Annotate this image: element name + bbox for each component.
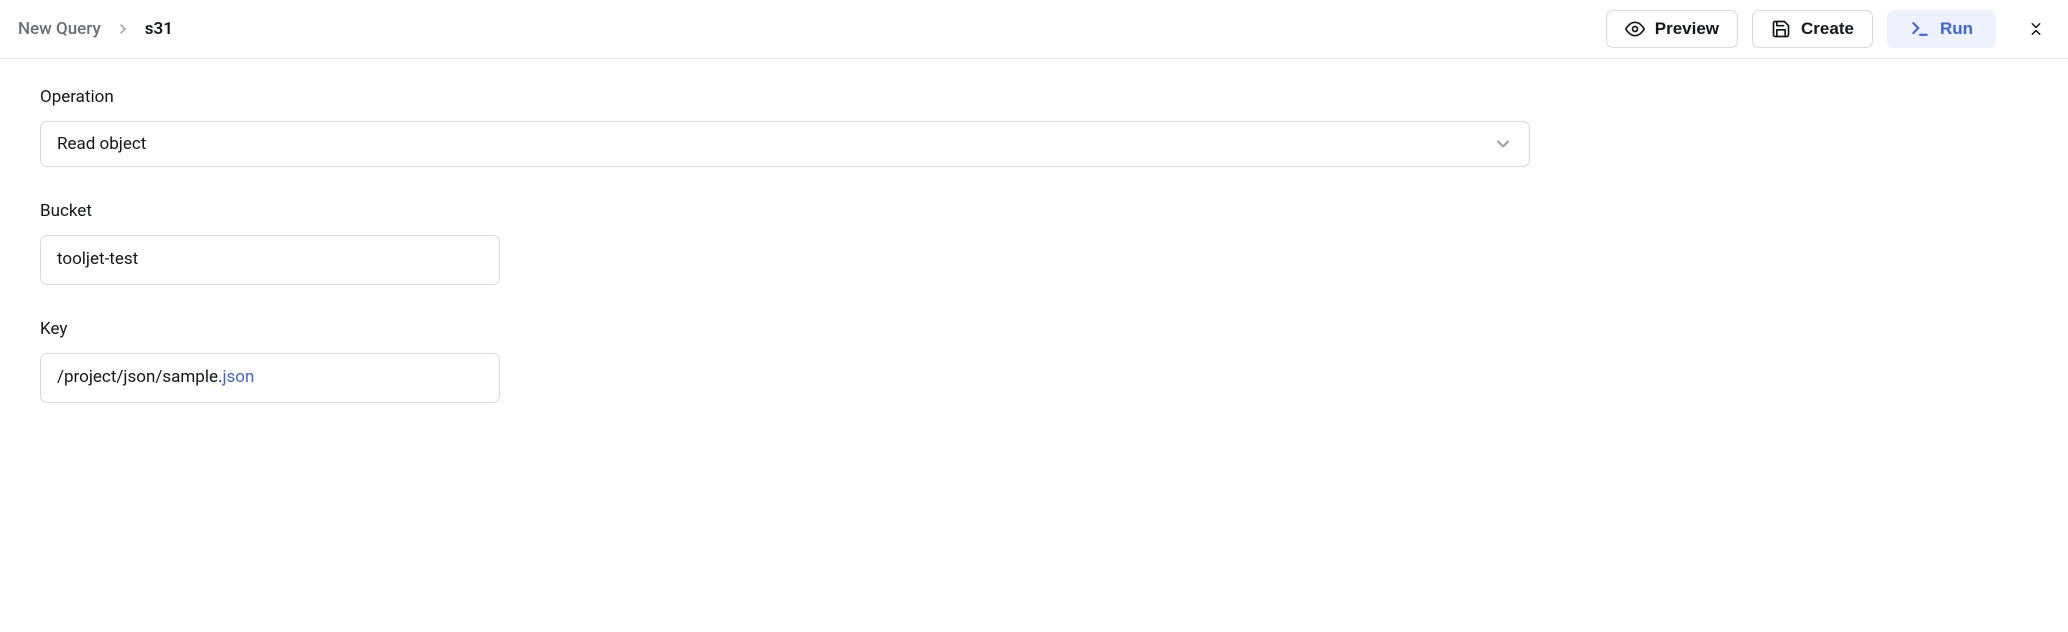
create-button[interactable]: Create <box>1752 10 1873 48</box>
terminal-icon <box>1910 19 1930 39</box>
key-input[interactable]: /project/json/sample.json <box>40 353 500 403</box>
collapse-icon[interactable] <box>2022 15 2050 43</box>
eye-icon <box>1625 19 1645 39</box>
breadcrumb-query-name[interactable]: s31 <box>145 19 173 39</box>
query-form: Operation Read object Bucket Key /projec… <box>0 59 2068 465</box>
chevron-right-icon <box>115 21 131 37</box>
operation-value: Read object <box>57 134 146 154</box>
operation-field: Operation Read object <box>40 87 2028 167</box>
bucket-field: Bucket <box>40 201 2028 285</box>
breadcrumb: New Query s31 <box>18 19 173 39</box>
save-icon <box>1771 19 1791 39</box>
operation-select-wrap: Read object <box>40 121 1530 167</box>
preview-label: Preview <box>1655 19 1719 39</box>
query-header: New Query s31 Preview Create Run <box>0 0 2068 59</box>
breadcrumb-root[interactable]: New Query <box>18 19 101 39</box>
preview-button[interactable]: Preview <box>1606 10 1738 48</box>
run-label: Run <box>1940 19 1973 39</box>
key-label: Key <box>40 319 2028 339</box>
bucket-label: Bucket <box>40 201 2028 221</box>
key-field: Key /project/json/sample.json <box>40 319 2028 403</box>
run-button[interactable]: Run <box>1887 10 1996 48</box>
header-actions: Preview Create Run <box>1606 10 2050 48</box>
key-prefix: /project/json/sample. <box>57 367 222 387</box>
bucket-input[interactable] <box>40 235 500 285</box>
operation-select[interactable]: Read object <box>40 121 1530 167</box>
chevron-down-icon <box>1493 134 1513 154</box>
key-suffix: json <box>222 367 254 387</box>
operation-label: Operation <box>40 87 2028 107</box>
create-label: Create <box>1801 19 1854 39</box>
